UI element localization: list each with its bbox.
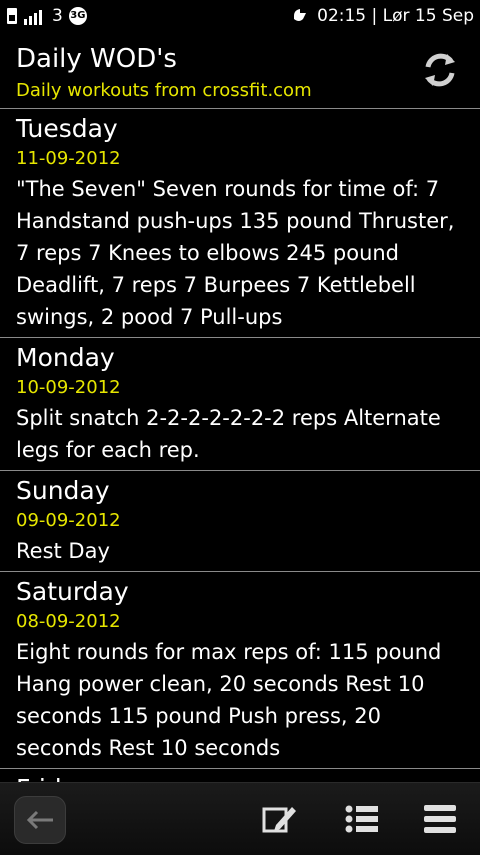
- list-icon[interactable]: [344, 803, 380, 835]
- app-header: Daily WOD's Daily workouts from crossfit…: [0, 40, 480, 109]
- entry-description: Rest Day: [16, 539, 110, 563]
- notification-icon: [294, 9, 307, 21]
- page-subtitle: Daily workouts from crossfit.com: [16, 80, 312, 101]
- entry-day: Saturday: [16, 577, 129, 606]
- list-item[interactable]: Sunday 09-09-2012 Rest Day: [0, 471, 480, 572]
- edit-icon[interactable]: [262, 803, 298, 835]
- entry-description: Eight rounds for max reps of: 115 pound …: [16, 640, 442, 760]
- bottom-toolbar: [0, 782, 480, 855]
- entry-day: Tuesday: [16, 114, 118, 143]
- refresh-icon[interactable]: [420, 50, 460, 90]
- back-arrow-icon: [26, 810, 53, 830]
- list-item[interactable]: Tuesday 11-09-2012 "The Seven" Seven rou…: [0, 109, 480, 338]
- entry-date: 09-09-2012: [16, 510, 121, 531]
- status-bar: 3 3G 02:15 | Lør 15 Sep: [0, 0, 480, 34]
- wod-list: Tuesday 11-09-2012 "The Seven" Seven rou…: [0, 109, 480, 809]
- status-right: 02:15 | Lør 15 Sep: [291, 6, 474, 26]
- list-item[interactable]: Monday 10-09-2012 Split snatch 2-2-2-2-2…: [0, 338, 480, 471]
- menu-icon[interactable]: [422, 803, 458, 835]
- status-left: 3 3G: [6, 6, 87, 26]
- entry-date: 08-09-2012: [16, 611, 121, 632]
- signal-label: 3: [52, 6, 63, 26]
- list-item[interactable]: Saturday 08-09-2012 Eight rounds for max…: [0, 572, 480, 769]
- entry-day: Monday: [16, 343, 115, 372]
- entry-date: 10-09-2012: [16, 377, 121, 398]
- entry-date: 11-09-2012: [16, 148, 121, 169]
- back-button[interactable]: [14, 796, 66, 844]
- entry-description: "The Seven" Seven rounds for time of: 7 …: [16, 177, 455, 329]
- page-title: Daily WOD's: [16, 44, 177, 74]
- entry-description: Split snatch 2-2-2-2-2-2-2 reps Alternat…: [16, 406, 441, 462]
- entry-day: Sunday: [16, 476, 110, 505]
- status-time-date: 02:15 | Lør 15 Sep: [317, 6, 474, 26]
- sim-icon: [7, 8, 17, 24]
- signal-strength-icon: [24, 10, 42, 25]
- network-badge: 3G: [68, 7, 87, 25]
